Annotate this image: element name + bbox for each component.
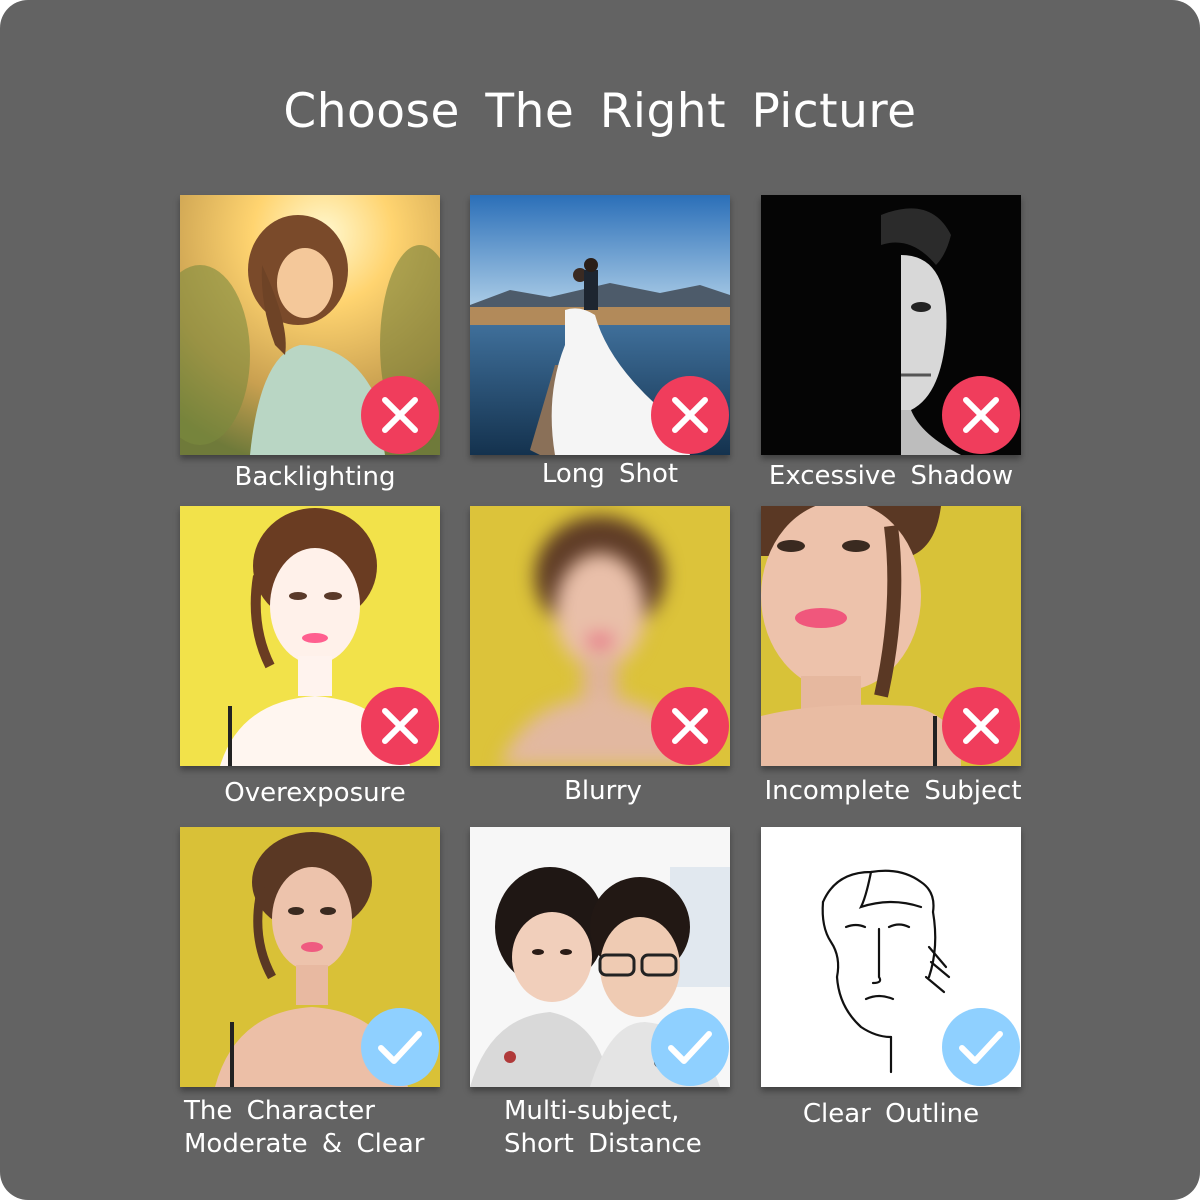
example-photo-backlighting xyxy=(180,195,440,455)
check-badge xyxy=(651,1008,729,1086)
tile-label-excessive-shadow: Excessive Shadow xyxy=(768,461,1014,491)
choose-picture-card: Choose The Right Picture Backlighting Lo… xyxy=(0,0,1200,1200)
check-badge xyxy=(942,1008,1020,1086)
cross-icon xyxy=(382,397,418,433)
example-photo-overexposure xyxy=(180,506,440,766)
check-icon xyxy=(959,1031,1003,1064)
tile-label-multi-subject: Multi-subject, Short Distance xyxy=(504,1095,702,1161)
tile-label-line-2: Moderate & Clear xyxy=(184,1129,425,1159)
example-photo-excessive-shadow xyxy=(761,195,1021,455)
cross-badge xyxy=(361,687,439,765)
page-title: Choose The Right Picture xyxy=(283,84,917,139)
cross-badge xyxy=(651,687,729,765)
example-photo-clear-outline xyxy=(761,827,1021,1087)
example-photo-incomplete-subject xyxy=(761,506,1021,766)
cross-badge xyxy=(361,376,439,454)
tile-label-line-1: The Character xyxy=(184,1096,375,1126)
tile-label-character-clear: The Character Moderate & Clear xyxy=(184,1095,424,1161)
cross-badge xyxy=(942,687,1020,765)
cross-icon xyxy=(672,708,708,744)
example-photo-multi-subject xyxy=(470,827,730,1087)
check-icon xyxy=(668,1031,712,1064)
check-icon xyxy=(378,1031,422,1064)
tile-label-clear-outline: Clear Outline xyxy=(802,1099,980,1129)
cross-icon xyxy=(963,397,999,433)
tile-label-overexposure: Overexposure xyxy=(224,778,406,808)
example-photo-blurry xyxy=(470,506,730,766)
cross-badge xyxy=(651,376,729,454)
example-photo-long-shot xyxy=(470,195,730,455)
cross-icon xyxy=(382,708,418,744)
cross-badge xyxy=(942,376,1020,454)
cross-icon xyxy=(963,708,999,744)
cross-icon xyxy=(672,397,708,433)
example-photo-character-clear xyxy=(180,827,440,1087)
tile-label-long-shot: Long Shot xyxy=(541,459,679,489)
tile-label-line-1: Multi-subject, xyxy=(504,1096,680,1126)
tile-label-backlighting: Backlighting xyxy=(234,462,396,492)
tile-label-line-2: Short Distance xyxy=(504,1129,702,1159)
tile-label-incomplete-subject: Incomplete Subject xyxy=(764,776,1022,806)
check-badge xyxy=(361,1008,439,1086)
tile-label-blurry: Blurry xyxy=(564,776,642,806)
